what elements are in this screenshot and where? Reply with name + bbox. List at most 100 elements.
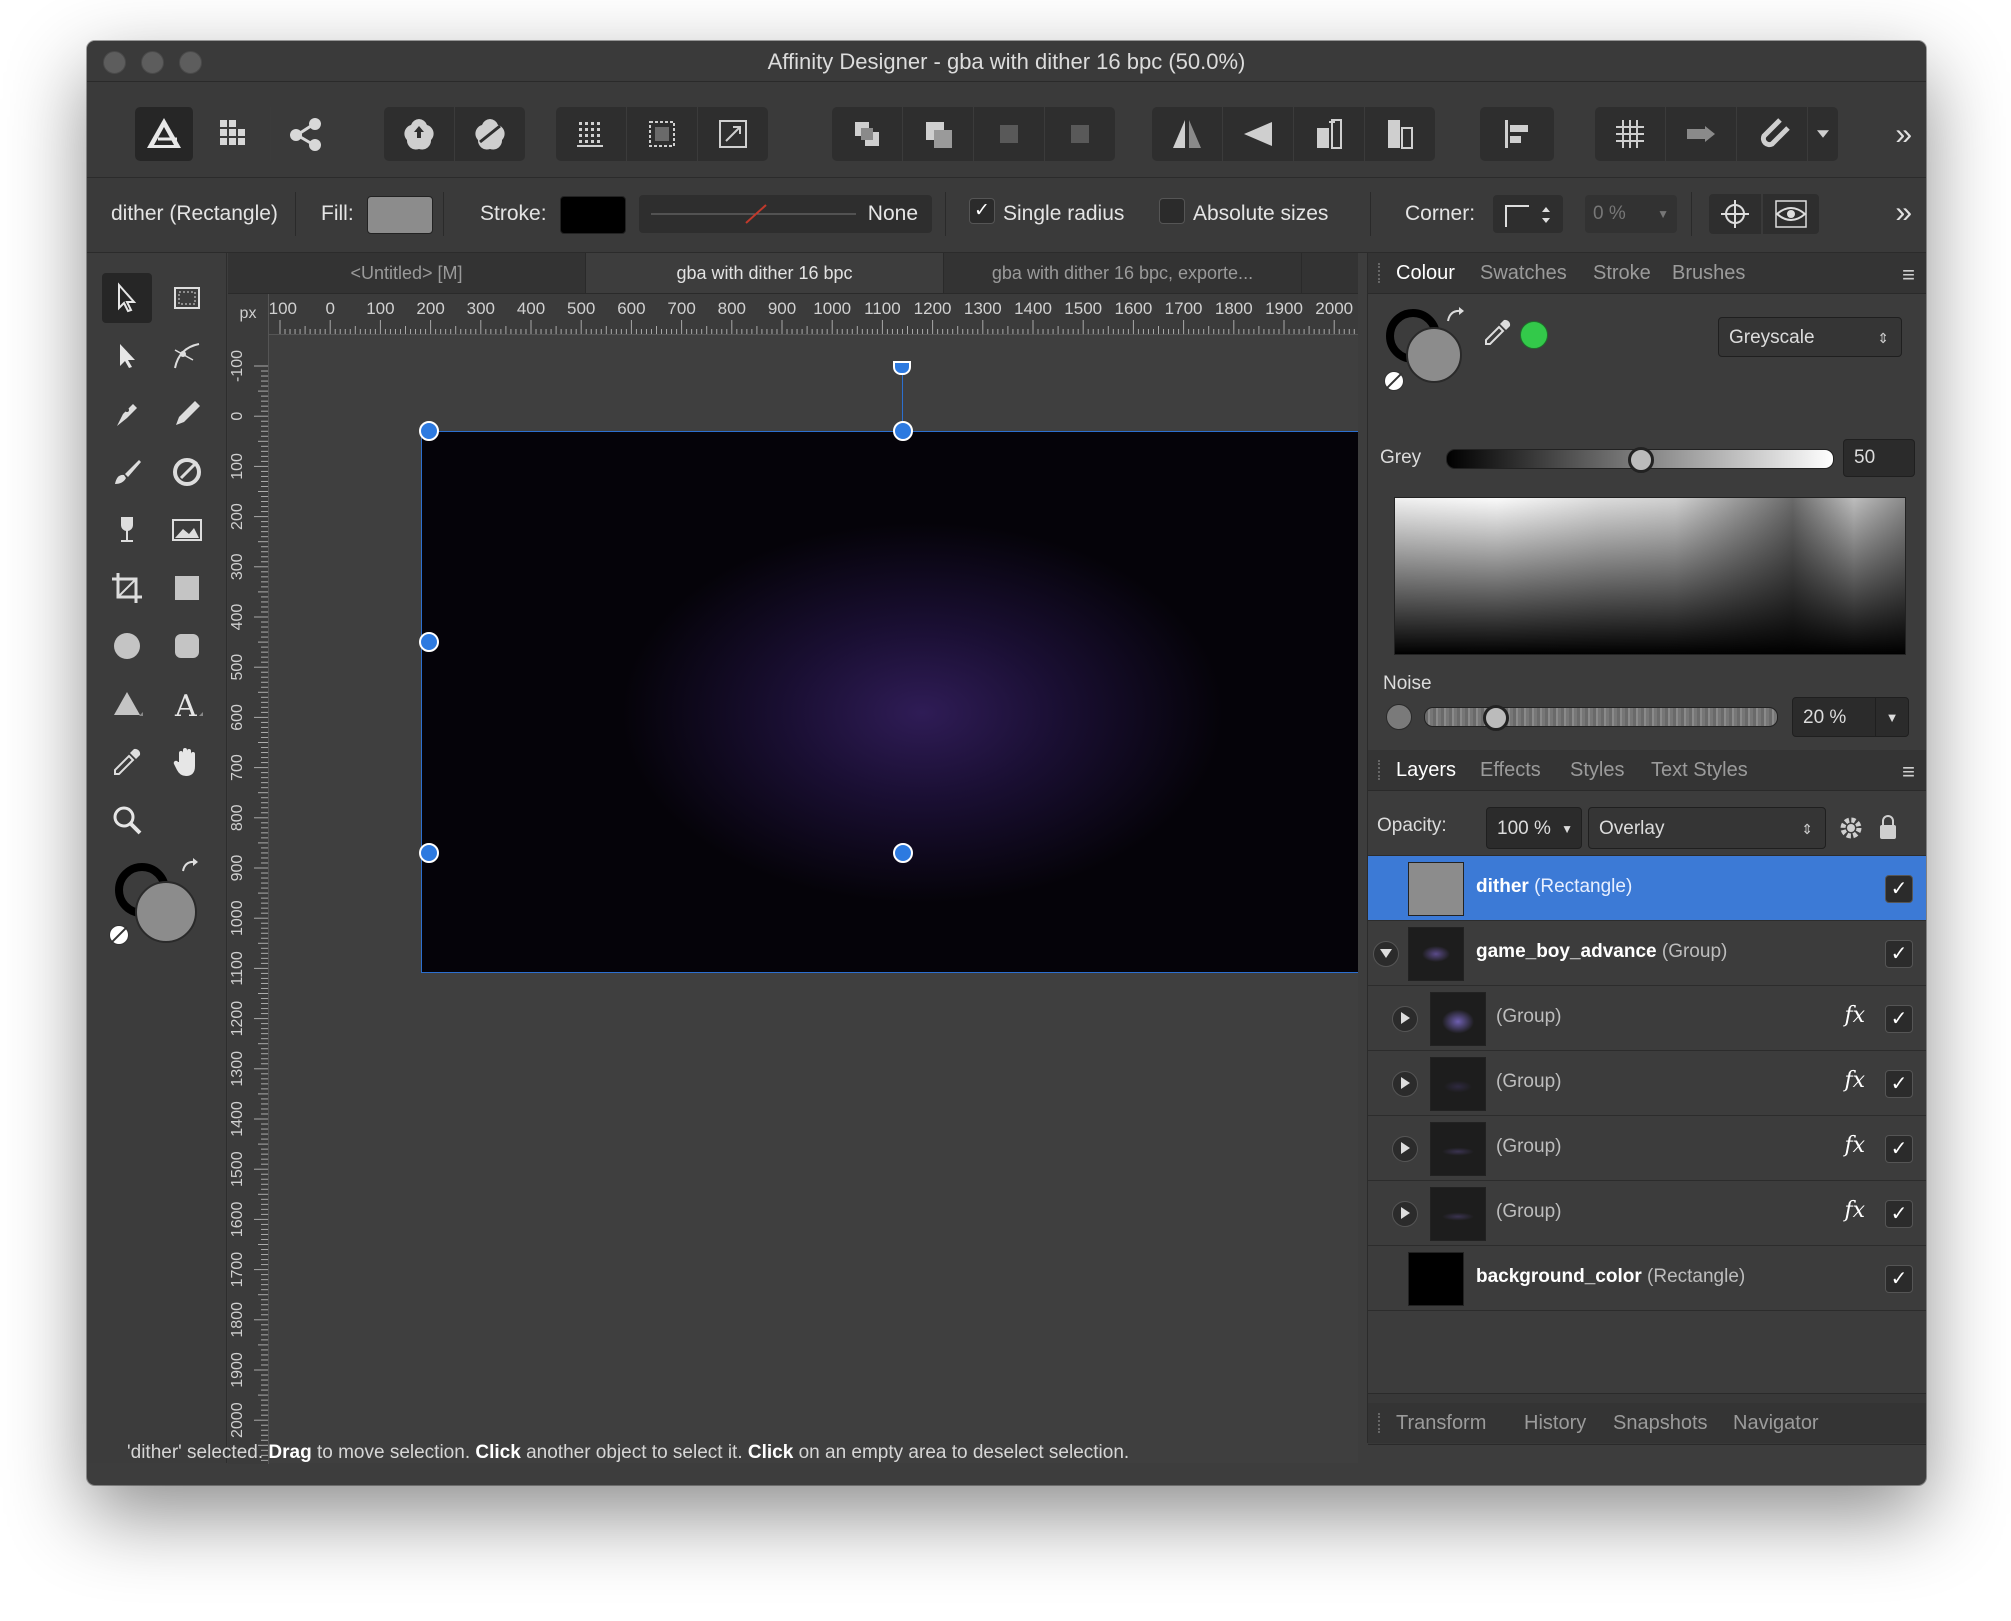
layer-row[interactable]: (Group) fx ✓ bbox=[1368, 1116, 1926, 1181]
tab-styles[interactable]: Styles bbox=[1570, 759, 1624, 782]
align-button[interactable] bbox=[1480, 107, 1554, 161]
absolute-sizes-checkbox[interactable] bbox=[1159, 198, 1185, 224]
snap-transform-button[interactable] bbox=[698, 107, 768, 161]
resize-handle-left[interactable] bbox=[419, 632, 439, 652]
move-tool[interactable] bbox=[102, 273, 152, 323]
arrange-front-button[interactable] bbox=[903, 107, 974, 161]
view-tool[interactable] bbox=[162, 737, 212, 787]
tool-colour-selector[interactable] bbox=[109, 857, 205, 953]
expand-toggle[interactable] bbox=[1392, 1201, 1418, 1227]
stroke-swatch[interactable] bbox=[560, 196, 626, 234]
canvas[interactable] bbox=[269, 335, 1358, 1463]
rotate-left-button[interactable] bbox=[1294, 107, 1365, 161]
snap-bounds-button[interactable] bbox=[627, 107, 698, 161]
tab-transform[interactable]: Transform bbox=[1396, 1412, 1486, 1435]
arrange-back-button[interactable] bbox=[832, 107, 903, 161]
blend-mode-select[interactable]: Overlay ⇕ bbox=[1588, 807, 1826, 849]
panel-menu-icon[interactable]: ≡ bbox=[1902, 759, 1915, 785]
stroke-style-dropdown[interactable]: None bbox=[639, 195, 932, 233]
layer-visibility-checkbox[interactable]: ✓ bbox=[1885, 1005, 1913, 1033]
snap-grid-button[interactable] bbox=[556, 107, 627, 161]
tab-navigator[interactable]: Navigator bbox=[1733, 1412, 1819, 1435]
flip-horizontal-button[interactable] bbox=[1152, 107, 1223, 161]
triangle-tool[interactable] bbox=[102, 679, 152, 729]
noise-slider[interactable] bbox=[1424, 705, 1778, 731]
no-colour-icon[interactable] bbox=[109, 925, 129, 945]
grey-slider[interactable] bbox=[1446, 447, 1834, 473]
fill-swatch[interactable] bbox=[367, 196, 433, 234]
document-tab[interactable]: gba with dither 16 bpc, exporte... bbox=[944, 253, 1302, 293]
panel-grip[interactable] bbox=[1378, 1413, 1384, 1433]
no-colour-icon[interactable] bbox=[1384, 371, 1404, 391]
resize-handle-top-left[interactable] bbox=[419, 421, 439, 441]
pen-tool[interactable] bbox=[102, 389, 152, 439]
layer-row[interactable]: background_color (Rectangle) ✓ bbox=[1368, 1246, 1926, 1311]
snapping-magnet-button[interactable] bbox=[1737, 107, 1808, 161]
panel-grip[interactable] bbox=[1378, 760, 1384, 780]
ellipse-tool[interactable] bbox=[102, 621, 152, 671]
tab-history[interactable]: History bbox=[1524, 1412, 1586, 1435]
colour-picker-tool[interactable] bbox=[102, 737, 152, 787]
layer-row[interactable]: (Group) fx ✓ bbox=[1368, 986, 1926, 1051]
arrange-forward-button[interactable] bbox=[1045, 107, 1115, 161]
grey-slider-knob[interactable] bbox=[1628, 447, 1654, 473]
corner-type-dropdown[interactable] bbox=[1493, 195, 1563, 233]
resize-handle-bottom[interactable] bbox=[893, 843, 913, 863]
lock-icon[interactable] bbox=[1876, 813, 1900, 843]
point-transform-tool[interactable] bbox=[162, 331, 212, 381]
noise-value-field[interactable]: 20 % ▼ bbox=[1792, 697, 1909, 737]
layer-row[interactable]: (Group) fx ✓ bbox=[1368, 1051, 1926, 1116]
context-overflow-button[interactable]: » bbox=[1895, 196, 1912, 230]
node-tool[interactable] bbox=[102, 331, 152, 381]
vertical-ruler[interactable]: -100 0 100 200 300 400 500 600 700 800 900 1000 1100… bbox=[228, 334, 269, 1464]
layer-row[interactable]: (Group) fx ✓ bbox=[1368, 1181, 1926, 1246]
layer-visibility-checkbox[interactable]: ✓ bbox=[1885, 940, 1913, 968]
colour-wells[interactable] bbox=[1384, 307, 1470, 393]
resize-handle-top[interactable] bbox=[893, 421, 913, 441]
tab-text-styles[interactable]: Text Styles bbox=[1651, 759, 1748, 782]
panel-grip[interactable] bbox=[1378, 263, 1384, 283]
tab-layers[interactable]: Layers bbox=[1396, 759, 1456, 782]
grey-value-field[interactable]: 50 bbox=[1843, 439, 1915, 477]
ruler-unit[interactable]: px bbox=[228, 294, 269, 335]
tab-swatches[interactable]: Swatches bbox=[1480, 262, 1567, 285]
rectangle-tool[interactable] bbox=[162, 563, 212, 613]
layer-visibility-checkbox[interactable]: ✓ bbox=[1885, 1200, 1913, 1228]
effects-icon[interactable]: fx bbox=[1844, 1198, 1865, 1223]
preview-mode-button[interactable] bbox=[1763, 194, 1819, 234]
dither-rectangle-selection[interactable] bbox=[421, 431, 1358, 973]
rotate-right-button[interactable] bbox=[1365, 107, 1435, 161]
arrange-backward-button[interactable] bbox=[974, 107, 1045, 161]
tab-effects[interactable]: Effects bbox=[1480, 759, 1541, 782]
corner-value-field[interactable]: 0 % ▼ bbox=[1585, 195, 1677, 233]
horizontal-ruler[interactable]: -100 0 100 200 300 400 500 600 700 800 900 1000 1100… bbox=[228, 294, 1358, 335]
eyedropper-icon[interactable] bbox=[1482, 317, 1514, 349]
fill-colour-well[interactable] bbox=[1406, 327, 1462, 383]
fill-colour-well[interactable] bbox=[135, 881, 197, 943]
single-radius-checkbox[interactable]: ✓ bbox=[969, 198, 995, 224]
artboard-tool[interactable] bbox=[162, 273, 212, 323]
tab-colour[interactable]: Colour bbox=[1396, 262, 1455, 285]
gear-icon[interactable] bbox=[1836, 813, 1866, 843]
layer-row[interactable]: game_boy_advance (Group) ✓ bbox=[1368, 921, 1926, 986]
effects-icon[interactable]: fx bbox=[1844, 1003, 1865, 1028]
opacity-field[interactable]: 100 % ▼ bbox=[1486, 807, 1582, 849]
document-tab[interactable]: <Untitled> [M] bbox=[228, 253, 586, 293]
place-image-tool[interactable] bbox=[162, 505, 212, 555]
crop-tool[interactable] bbox=[102, 563, 152, 613]
layer-visibility-checkbox[interactable]: ✓ bbox=[1885, 875, 1913, 903]
tab-brushes[interactable]: Brushes bbox=[1672, 262, 1745, 285]
panel-menu-icon[interactable]: ≡ bbox=[1902, 262, 1915, 288]
picked-colour-swatch[interactable] bbox=[1520, 321, 1548, 349]
flip-vertical-button[interactable] bbox=[1223, 107, 1294, 161]
transparency-tool[interactable] bbox=[102, 505, 152, 555]
toolbar-overflow-button[interactable]: » bbox=[1895, 118, 1912, 152]
rounded-rectangle-tool[interactable] bbox=[162, 621, 212, 671]
layer-visibility-checkbox[interactable]: ✓ bbox=[1885, 1265, 1913, 1293]
subtract-boolean-button[interactable] bbox=[455, 107, 525, 161]
expand-toggle[interactable] bbox=[1392, 1071, 1418, 1097]
expand-toggle[interactable] bbox=[1392, 1006, 1418, 1032]
export-persona-button[interactable] bbox=[271, 107, 341, 161]
layer-visibility-checkbox[interactable]: ✓ bbox=[1885, 1070, 1913, 1098]
transform-origin-button[interactable] bbox=[1709, 194, 1761, 234]
